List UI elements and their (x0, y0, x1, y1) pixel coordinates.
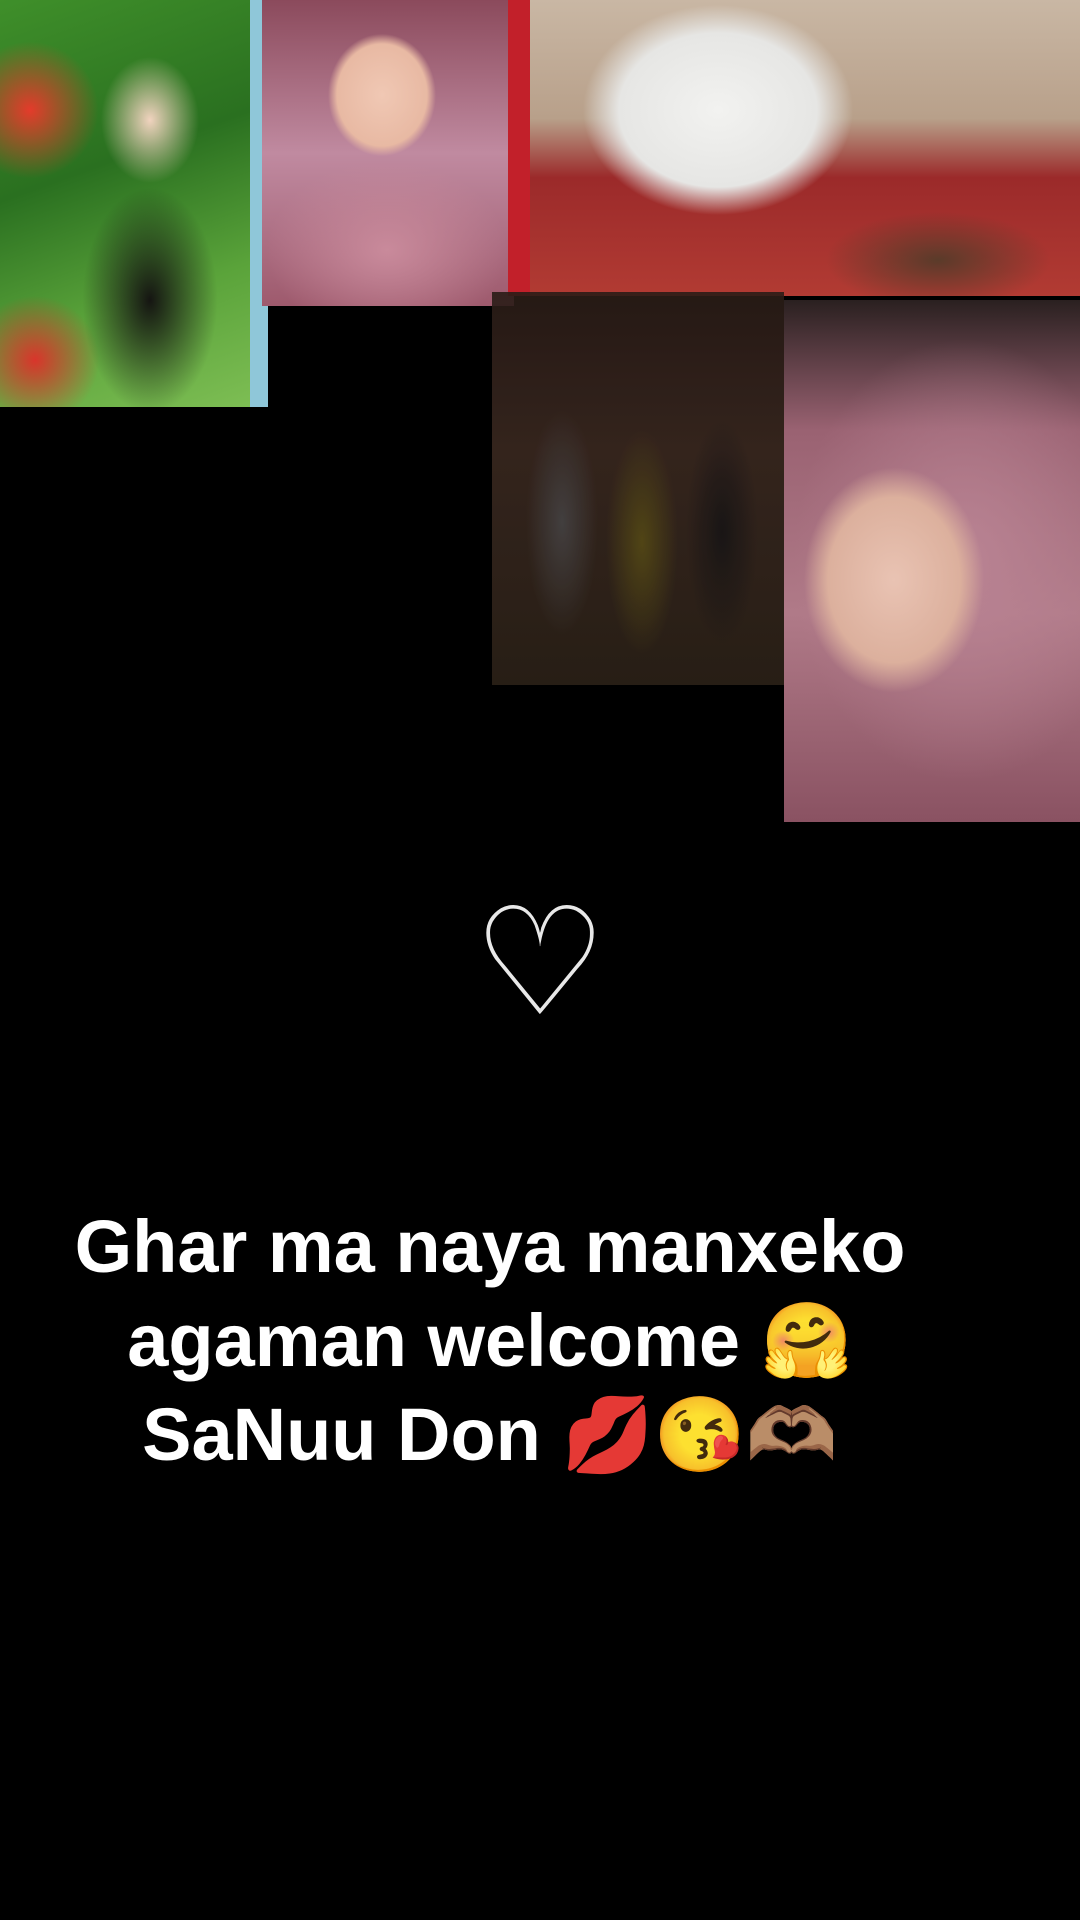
rug-photo (508, 0, 1080, 296)
baby-sleeping-photo (784, 300, 1080, 822)
family-photo (492, 292, 784, 685)
baby-photo-top (262, 0, 514, 306)
caption-text: Ghar ma naya manxeko agaman welcome 🤗 Sa… (40, 1200, 940, 1482)
couple-photo (0, 0, 268, 407)
caption-line-1: Ghar ma naya manxeko (74, 1205, 906, 1288)
caption-line-2: agaman welcome 🤗 (127, 1299, 853, 1382)
heart-icon: ♡ (472, 876, 608, 1050)
caption-line-3: SaNuu Don 💋😘🫶🏽 (142, 1393, 838, 1476)
